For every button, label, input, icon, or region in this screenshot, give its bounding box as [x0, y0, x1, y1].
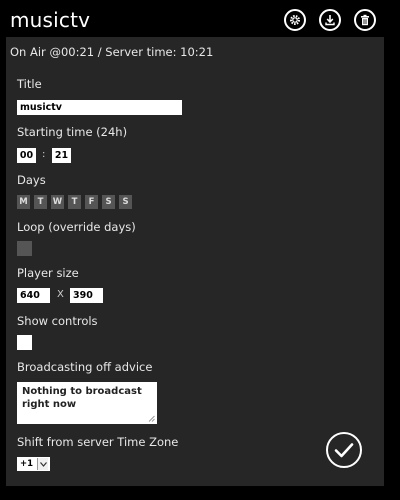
toolbar	[284, 9, 376, 31]
day-toggle-tuesday[interactable]: T	[34, 195, 47, 209]
advice-label: Broadcasting off advice	[17, 360, 153, 374]
loop-checkbox[interactable]	[17, 241, 32, 256]
chevron-down-icon	[37, 458, 48, 470]
settings-button[interactable]	[284, 9, 306, 31]
day-toggle-friday[interactable]: F	[85, 195, 98, 209]
days-selector: M T W T F S S	[17, 195, 132, 209]
day-toggle-monday[interactable]: M	[17, 195, 30, 209]
show-controls-checkbox[interactable]	[17, 335, 32, 350]
download-button[interactable]	[319, 9, 341, 31]
day-toggle-thursday[interactable]: T	[68, 195, 81, 209]
title-input[interactable]: musictv	[17, 100, 182, 115]
day-toggle-sunday[interactable]: S	[119, 195, 132, 209]
timezone-shift-select[interactable]: +1	[17, 457, 50, 471]
resize-grip-icon[interactable]	[148, 415, 155, 422]
time-separator: :	[42, 149, 46, 160]
title-label: Title	[17, 77, 42, 91]
days-label: Days	[17, 173, 46, 187]
advice-textarea[interactable]: Nothing to broadcast right now	[17, 382, 157, 424]
trash-icon	[361, 14, 369, 26]
schedule-panel: On Air @00:21 / Server time: 10:21 Title…	[6, 37, 384, 486]
confirm-button[interactable]	[326, 432, 362, 468]
gear-icon	[290, 15, 300, 25]
app-title: musictv	[10, 8, 91, 32]
day-toggle-wednesday[interactable]: W	[51, 195, 64, 209]
timezone-shift-value: +1	[20, 459, 34, 469]
start-minute-input[interactable]: 21	[52, 148, 71, 163]
start-hour-input[interactable]: 00	[17, 148, 36, 163]
size-separator: X	[57, 289, 64, 300]
timezone-shift-label: Shift from server Time Zone	[17, 435, 179, 449]
day-toggle-saturday[interactable]: S	[102, 195, 115, 209]
advice-text: Nothing to broadcast right now	[22, 386, 142, 410]
checkmark-icon	[334, 443, 354, 458]
player-height-input[interactable]: 390	[70, 288, 103, 303]
loop-label: Loop (override days)	[17, 220, 136, 234]
download-icon	[325, 15, 335, 26]
on-air-status: On Air @00:21 / Server time: 10:21	[10, 45, 214, 59]
start-time-label: Starting time (24h)	[17, 125, 128, 139]
show-controls-label: Show controls	[17, 314, 98, 328]
player-width-input[interactable]: 640	[17, 288, 50, 303]
player-size-label: Player size	[17, 266, 79, 280]
delete-button[interactable]	[354, 9, 376, 31]
